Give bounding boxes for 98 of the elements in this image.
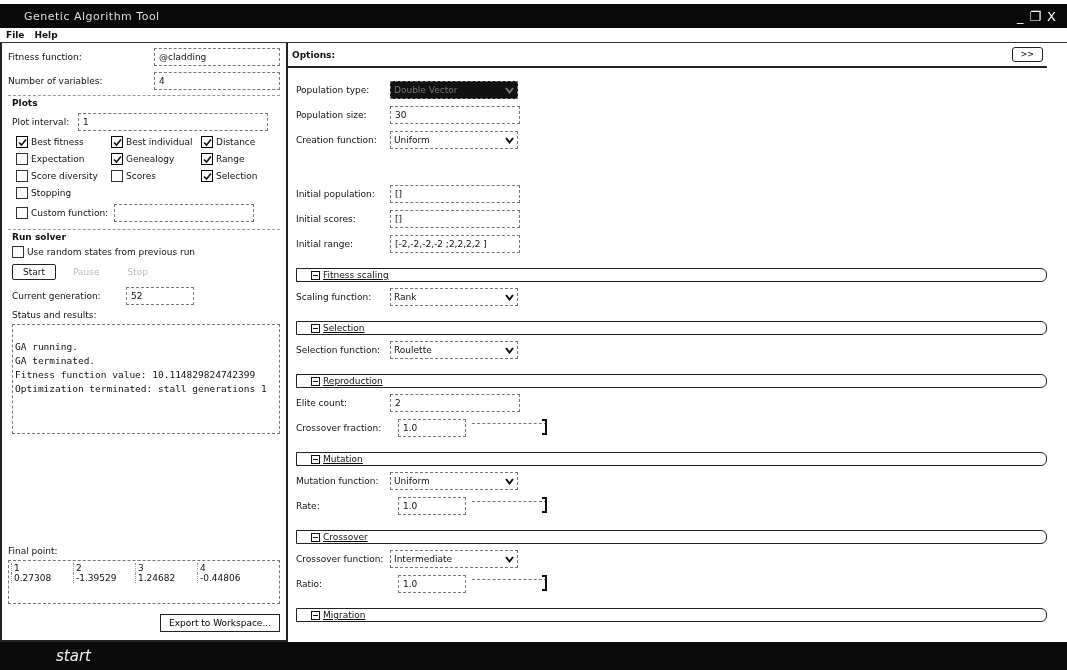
field-label: Plot interval: <box>12 117 71 127</box>
slider-thumb[interactable] <box>542 419 547 435</box>
field-label: Initial population: <box>296 189 376 199</box>
status-line: Fitness function value: 10.114829824742399 <box>15 369 257 380</box>
dropdown[interactable]: Uniform <box>390 472 518 490</box>
caret-icon <box>505 477 514 485</box>
checkbox[interactable]: Use random states from previous run <box>12 246 280 258</box>
input-field[interactable]: [] <box>390 210 520 228</box>
table-cell: 1.24682 <box>135 573 197 583</box>
solver-button[interactable]: Start <box>12 264 56 280</box>
section-header[interactable]: Crossover <box>296 530 1047 544</box>
start-button[interactable]: start <box>50 646 97 666</box>
dropdown[interactable]: Roulette <box>390 341 518 359</box>
input-field[interactable]: 1.0 <box>398 419 466 437</box>
checkbox[interactable]: Best fitness <box>16 136 111 148</box>
field-label: Crossover function: <box>296 554 384 564</box>
field-label: Crossover fraction: <box>296 423 383 433</box>
collapse-icon <box>311 323 320 333</box>
section-header[interactable]: Migration <box>296 608 1047 622</box>
checkmark-icon <box>17 137 27 147</box>
checkbox[interactable]: Range <box>201 153 281 165</box>
menu-item[interactable]: File <box>6 30 25 40</box>
collapse-icon <box>311 532 320 542</box>
window-control-button[interactable]: ❐ <box>1026 8 1045 24</box>
menu-item[interactable]: Help <box>34 30 58 40</box>
checkbox[interactable]: Genealogy <box>111 153 201 165</box>
input-field[interactable]: [-2,-2,-2,-2 ;2,2,2,2 ] <box>390 235 520 253</box>
table-cell: -0.44806 <box>197 573 259 583</box>
dropdown[interactable]: Double Vector <box>390 81 518 99</box>
collapse-icon <box>311 270 320 280</box>
status-line: GA terminated. <box>15 355 97 366</box>
caret-icon <box>505 346 514 354</box>
toggle-button[interactable]: >> <box>1011 47 1043 62</box>
field-label: Number of variables: <box>8 76 104 86</box>
field-label: Population type: <box>296 85 371 95</box>
section-header[interactable]: Fitness scaling <box>296 268 1047 282</box>
slider-thumb[interactable] <box>542 497 547 513</box>
export-button[interactable]: Export to Workspace... <box>160 614 280 632</box>
caret-icon <box>505 86 514 94</box>
input-field[interactable]: @cladding <box>154 48 280 66</box>
field-label: Final point: <box>8 546 59 556</box>
input-field[interactable]: 1.0 <box>398 575 466 593</box>
field-label: Elite count: <box>296 398 349 408</box>
field-label: Current generation: <box>12 291 102 301</box>
column-header: 4 <box>197 563 259 573</box>
field-label: Fitness function: <box>8 52 83 62</box>
group-title: Plots <box>12 98 39 108</box>
input-field[interactable]: 52 <box>126 287 194 305</box>
caret-icon <box>505 293 514 301</box>
group-title: Run solver <box>12 232 67 242</box>
checkbox[interactable]: Distance <box>201 136 281 148</box>
checkbox[interactable]: Custom function: <box>16 207 109 219</box>
field-label: Mutation function: <box>296 476 380 486</box>
caret-icon <box>505 136 514 144</box>
checkbox[interactable]: Expectation <box>16 153 111 165</box>
checkbox[interactable]: Selection <box>201 170 281 182</box>
input-field[interactable]: 1.0 <box>398 497 466 515</box>
field-label: Status and results: <box>12 310 98 320</box>
column-header: 2 <box>73 563 135 573</box>
field-label: Selection function: <box>296 345 382 355</box>
caret-icon <box>505 555 514 563</box>
input-field[interactable]: 30 <box>390 106 520 124</box>
status-line: GA running. <box>15 341 79 352</box>
options-title: Options: <box>292 49 336 60</box>
checkbox[interactable]: Stopping <box>16 187 111 199</box>
input-field[interactable]: 1 <box>78 113 268 131</box>
input-field[interactable]: 4 <box>154 72 280 90</box>
window-title: Genetic Algorithm Tool <box>24 9 160 23</box>
field-label: Initial scores: <box>296 214 357 224</box>
dropdown[interactable]: Uniform <box>390 131 518 149</box>
field-label: Rate: <box>296 501 321 511</box>
checkbox[interactable]: Best individual <box>111 136 201 148</box>
collapse-icon <box>311 454 320 464</box>
section-header[interactable]: Mutation <box>296 452 1047 466</box>
status-line: Optimization terminated: stall generations 1 <box>15 383 268 394</box>
column-header: 3 <box>135 563 197 573</box>
checkbox[interactable]: Scores <box>111 170 201 182</box>
slider-thumb[interactable] <box>542 575 547 591</box>
column-header: 1 <box>11 563 73 573</box>
collapse-icon <box>311 376 320 386</box>
section-header[interactable]: Selection <box>296 321 1047 335</box>
field-label: Initial range: <box>296 239 354 249</box>
dropdown[interactable]: Intermediate <box>390 550 518 568</box>
section-header[interactable]: Reproduction <box>296 374 1047 388</box>
dropdown[interactable]: Rank <box>390 288 518 306</box>
window-control-button[interactable]: X <box>1044 8 1059 24</box>
table-cell: -1.39529 <box>73 573 135 583</box>
table-cell: 0.27308 <box>11 573 73 583</box>
field-label: Ratio: <box>296 579 324 589</box>
input-field[interactable] <box>114 204 255 222</box>
window-control-button[interactable]: _ <box>1013 8 1027 24</box>
field-label: Population size: <box>296 110 368 120</box>
collapse-icon <box>311 610 320 620</box>
field-label: Scaling function: <box>296 292 373 302</box>
input-field[interactable]: [] <box>390 185 520 203</box>
checkbox[interactable]: Score diversity <box>16 170 111 182</box>
input-field[interactable]: 2 <box>390 394 520 412</box>
field-label: Creation function: <box>296 135 378 145</box>
